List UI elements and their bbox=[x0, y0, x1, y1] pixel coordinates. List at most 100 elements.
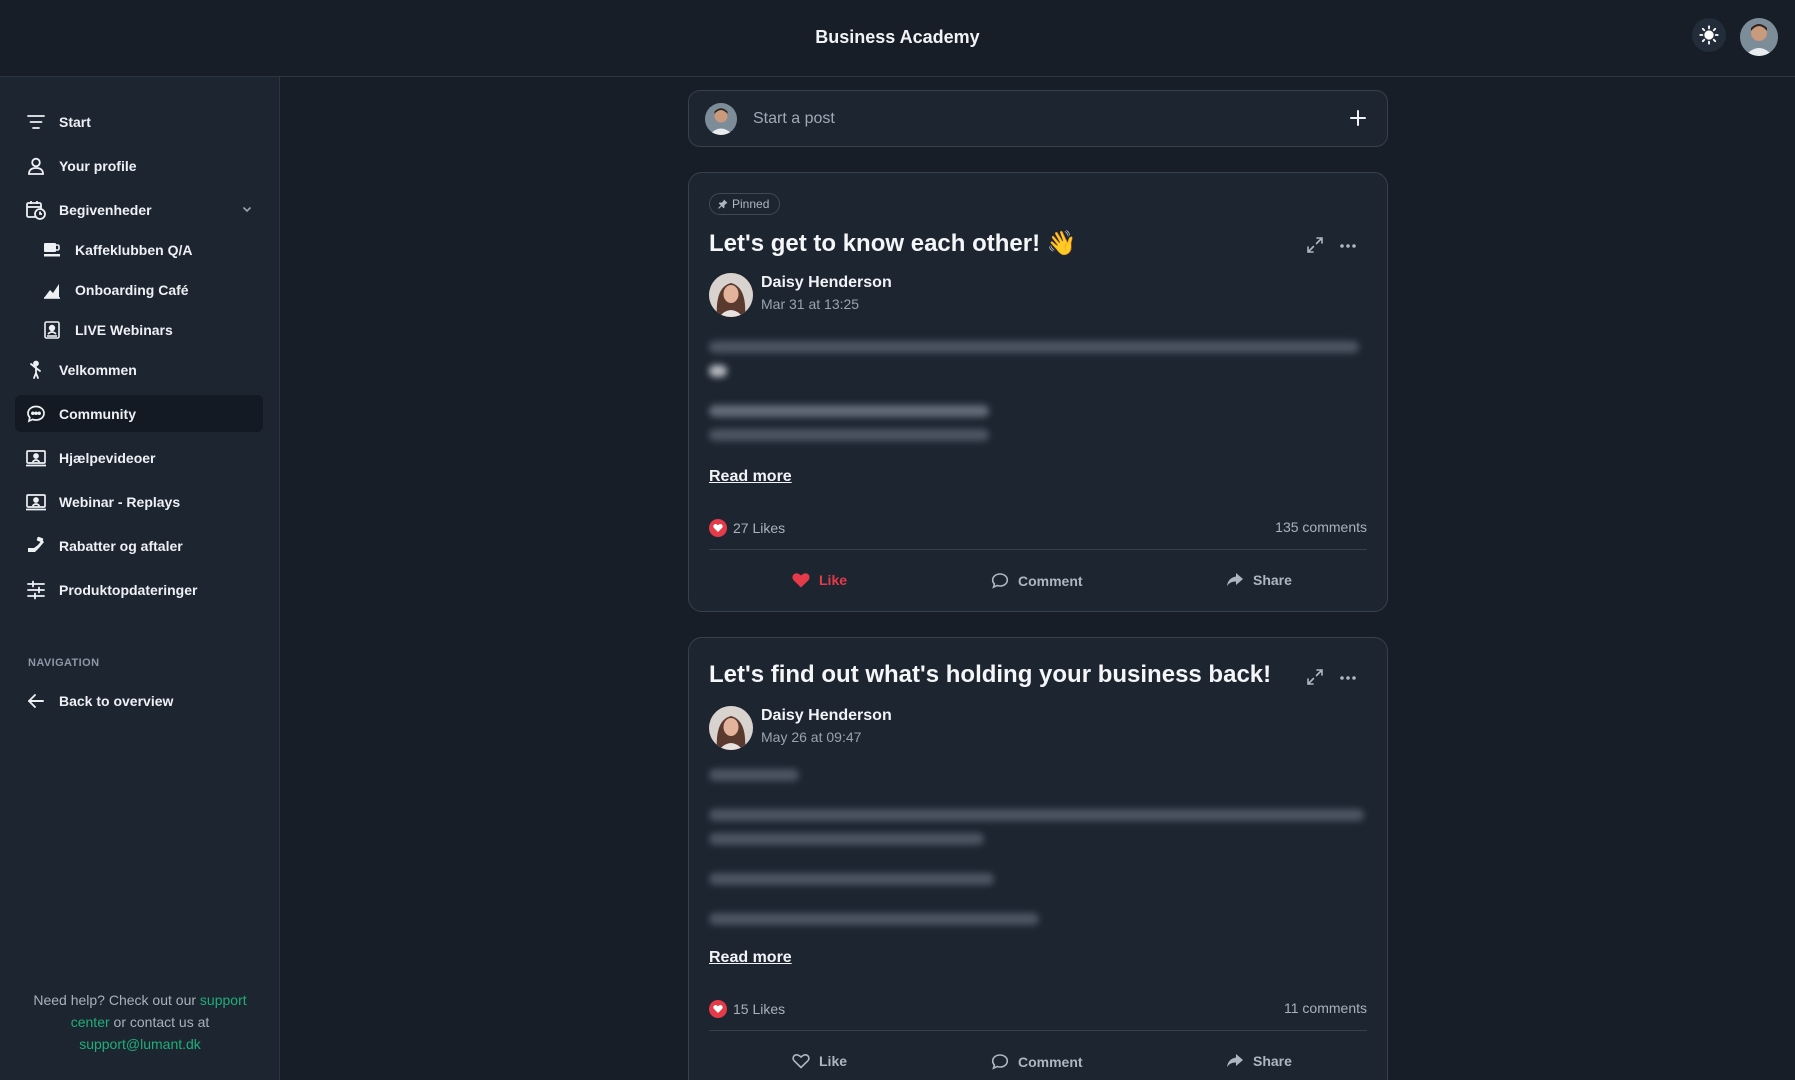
comment-label: Comment bbox=[1018, 573, 1083, 589]
like-button[interactable]: Like bbox=[792, 572, 847, 588]
sidebar-item-kaffeklubben[interactable]: Kaffeklubben Q/A bbox=[15, 231, 263, 268]
sidebar-item-label: Begivenheder bbox=[59, 201, 152, 218]
user-avatar[interactable] bbox=[1740, 18, 1778, 56]
share-label: Share bbox=[1253, 1053, 1292, 1069]
blurred-text-line bbox=[709, 769, 799, 781]
share-icon bbox=[1227, 573, 1243, 586]
sidebar-item-your-profile[interactable]: Your profile bbox=[15, 147, 263, 184]
blurred-text-line bbox=[709, 913, 1039, 925]
sidebar-item-hjaelpevideoer[interactable]: Hjælpevideoer bbox=[15, 439, 263, 476]
more-options-icon[interactable] bbox=[1339, 243, 1357, 249]
sun-icon bbox=[1699, 25, 1719, 45]
post-title[interactable]: Let's find out what's holding your busin… bbox=[709, 661, 1271, 689]
navigation-section-title: NAVIGATION bbox=[28, 657, 100, 669]
sidebar-item-live-webinars[interactable]: LIVE Webinars bbox=[15, 311, 263, 348]
sidebar-item-label: LIVE Webinars bbox=[75, 321, 173, 338]
share-button[interactable]: Share bbox=[1226, 1053, 1292, 1069]
sidebar-item-produktopdateringer[interactable]: Produktopdateringer bbox=[15, 571, 263, 608]
author-name[interactable]: Daisy Henderson bbox=[761, 274, 892, 292]
sidebar-item-community[interactable]: Community bbox=[15, 395, 263, 432]
sidebar-item-onboarding-cafe[interactable]: Onboarding Café bbox=[15, 271, 263, 308]
post-date: May 26 at 09:47 bbox=[761, 729, 862, 745]
back-to-overview-link[interactable]: Back to overview bbox=[15, 682, 263, 719]
sidebar-item-label: Start bbox=[59, 113, 91, 130]
like-label: Like bbox=[819, 1053, 848, 1069]
likes-count: 15 Likes bbox=[733, 1001, 786, 1017]
chart-icon bbox=[41, 279, 63, 301]
blurred-text-line bbox=[709, 809, 1364, 821]
share-label: Share bbox=[1253, 572, 1292, 588]
sidebar-item-webinar-replays[interactable]: Webinar - Replays bbox=[15, 483, 263, 520]
post-title[interactable]: Let's get to know each other! 👋 bbox=[709, 229, 1077, 258]
sidebar-item-label: Community bbox=[59, 405, 136, 422]
heart-filled-icon bbox=[792, 573, 810, 588]
share-button[interactable]: Share bbox=[1226, 572, 1292, 588]
heart-icon bbox=[709, 1000, 727, 1018]
author-avatar[interactable] bbox=[709, 706, 753, 750]
blurred-text-line bbox=[709, 833, 984, 845]
like-button[interactable]: Like bbox=[792, 1053, 847, 1069]
read-more-link[interactable]: Read more bbox=[709, 468, 792, 486]
heart-icon bbox=[709, 519, 727, 537]
screen-user-icon bbox=[25, 491, 47, 513]
comment-button[interactable]: Comment bbox=[991, 572, 1083, 590]
divider bbox=[709, 1030, 1367, 1031]
plus-icon[interactable] bbox=[1347, 107, 1369, 129]
sliders-icon bbox=[25, 579, 47, 601]
calendar-clock-icon bbox=[25, 199, 47, 221]
share-icon bbox=[1227, 1054, 1243, 1067]
like-label: Like bbox=[819, 572, 848, 588]
coffee-icon bbox=[41, 239, 63, 261]
support-email-link[interactable]: support@lumant.dk bbox=[79, 1036, 201, 1052]
blurred-text-line bbox=[709, 873, 994, 885]
help-middle: or contact us at bbox=[109, 1014, 210, 1030]
expand-icon[interactable] bbox=[1306, 236, 1324, 254]
sidebar-item-label: Onboarding Café bbox=[75, 281, 189, 298]
sidebar-item-begivenheder[interactable]: Begivenheder bbox=[15, 191, 263, 228]
sidebar-item-label: Velkommen bbox=[59, 361, 137, 378]
user-icon bbox=[25, 155, 47, 177]
comment-label: Comment bbox=[1018, 1054, 1083, 1070]
comments-count[interactable]: 11 comments bbox=[1284, 1000, 1367, 1016]
sidebar-item-rabatter[interactable]: Rabatter og aftaler bbox=[15, 527, 263, 564]
help-text: Need help? Check out our support center … bbox=[20, 989, 260, 1055]
likes-summary[interactable]: 27 Likes bbox=[709, 519, 785, 537]
top-bar: Business Academy bbox=[0, 0, 1795, 77]
blurred-text-line bbox=[709, 405, 989, 417]
likes-count: 27 Likes bbox=[733, 520, 786, 536]
more-options-icon[interactable] bbox=[1339, 675, 1357, 681]
comment-button[interactable]: Comment bbox=[991, 1053, 1083, 1071]
sidebar-item-velkommen[interactable]: Velkommen bbox=[15, 351, 263, 388]
sidebar-item-label: Webinar - Replays bbox=[59, 493, 181, 510]
chat-icon bbox=[25, 403, 47, 425]
discount-icon bbox=[25, 535, 47, 557]
avatar bbox=[705, 103, 737, 135]
support-link-part2[interactable]: center bbox=[71, 1014, 110, 1030]
sidebar-item-start[interactable]: Start bbox=[15, 103, 263, 140]
app-title: Business Academy bbox=[815, 27, 980, 47]
presentation-icon bbox=[41, 319, 63, 341]
author-name[interactable]: Daisy Henderson bbox=[761, 707, 892, 725]
likes-summary[interactable]: 15 Likes bbox=[709, 1000, 785, 1018]
composer-input[interactable]: Start a post bbox=[753, 110, 835, 128]
comments-count[interactable]: 135 comments bbox=[1275, 519, 1367, 535]
sidebar-item-label: Hjælpevideoer bbox=[59, 449, 156, 466]
author-avatar[interactable] bbox=[709, 273, 753, 317]
blurred-heart bbox=[709, 365, 727, 377]
back-to-overview-label: Back to overview bbox=[59, 692, 174, 709]
divider bbox=[709, 549, 1367, 550]
chevron-down-icon[interactable] bbox=[241, 203, 253, 215]
sidebar-item-label: Your profile bbox=[59, 157, 137, 174]
post-composer[interactable]: Start a post bbox=[688, 90, 1388, 147]
heart-outline-icon bbox=[792, 1053, 810, 1069]
sidebar-item-label: Rabatter og aftaler bbox=[59, 537, 183, 554]
pinned-badge: Pinned bbox=[709, 193, 781, 215]
theme-toggle-button[interactable] bbox=[1692, 18, 1726, 52]
sidebar-item-label: Kaffeklubben Q/A bbox=[75, 241, 193, 258]
expand-icon[interactable] bbox=[1306, 668, 1324, 686]
read-more-link[interactable]: Read more bbox=[709, 949, 792, 967]
arrow-left-icon bbox=[25, 690, 47, 712]
post-date: Mar 31 at 13:25 bbox=[761, 296, 860, 312]
support-link-part1[interactable]: support bbox=[200, 992, 247, 1008]
waving-person-icon bbox=[25, 359, 47, 381]
